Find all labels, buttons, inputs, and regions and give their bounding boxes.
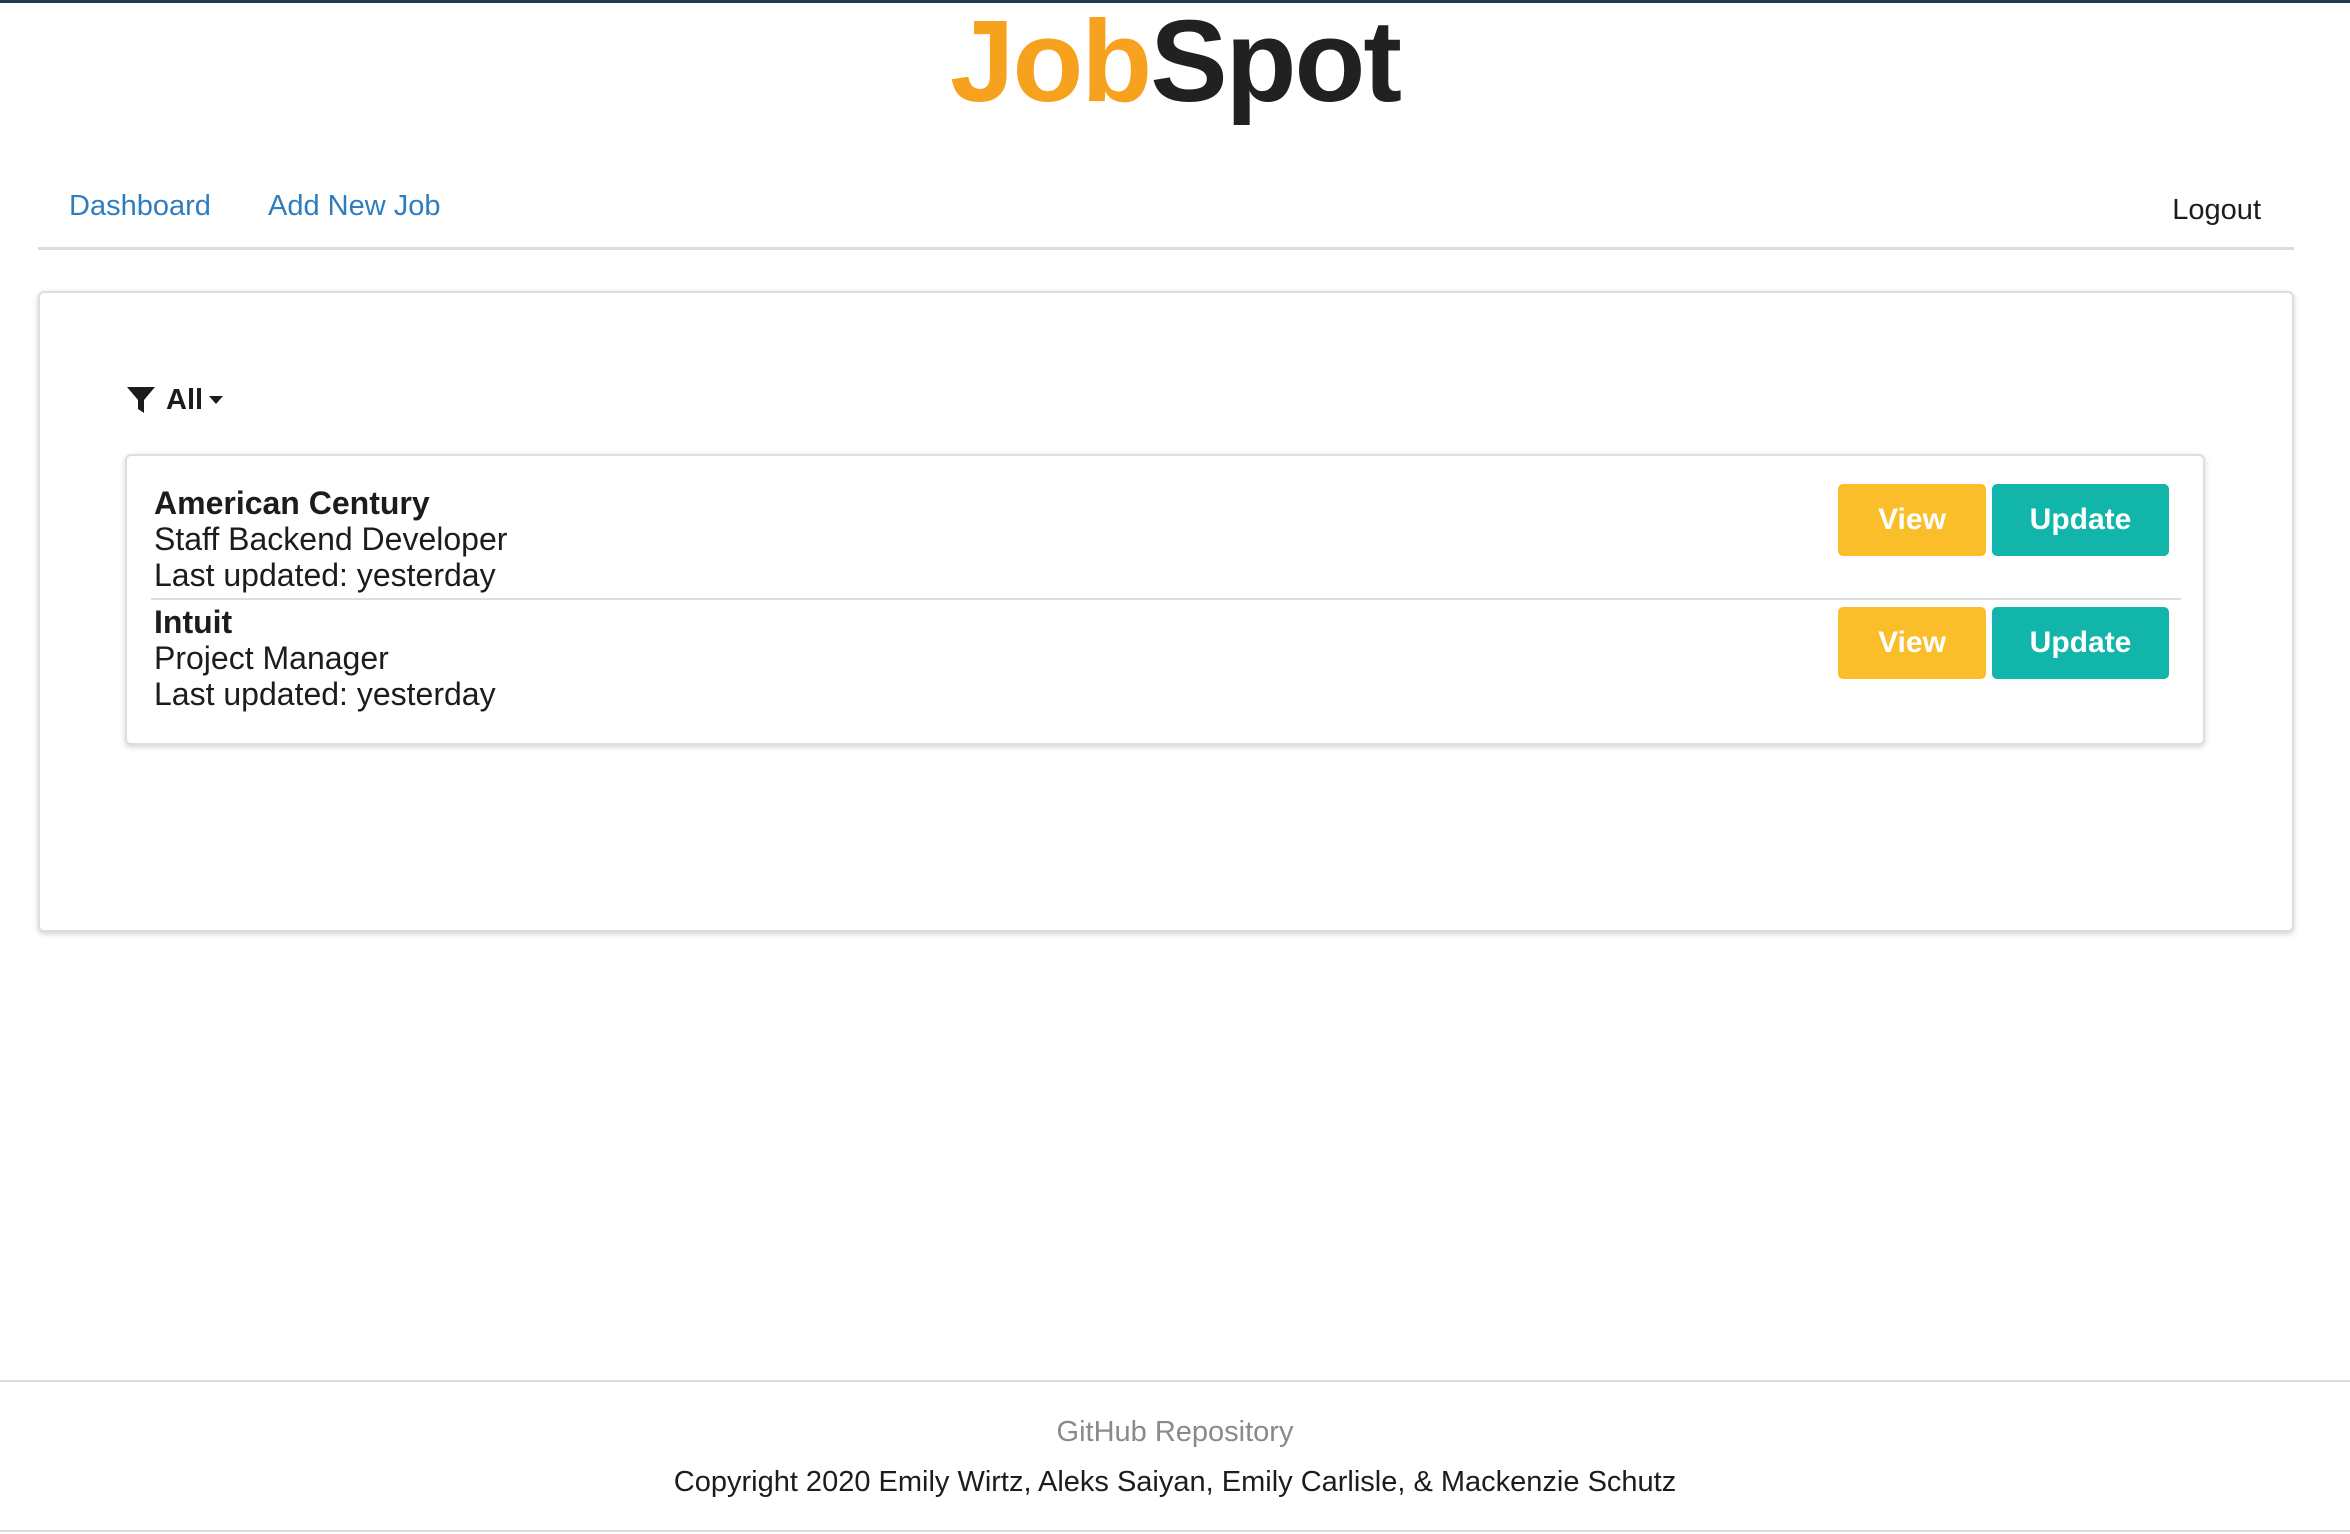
update-button[interactable]: Update bbox=[1992, 484, 2169, 556]
caret-down-icon bbox=[208, 395, 224, 405]
view-button[interactable]: View bbox=[1838, 607, 1986, 679]
job-company: Intuit bbox=[154, 604, 233, 640]
job-details: American Century Staff Backend Developer… bbox=[154, 485, 507, 593]
logout-link[interactable]: Logout bbox=[2172, 190, 2261, 230]
page-footer: GitHub Repository Copyright 2020 Emily W… bbox=[0, 1380, 2350, 1534]
job-title: Staff Backend Developer bbox=[154, 521, 508, 557]
job-last-updated: Last updated: yesterday bbox=[154, 557, 496, 593]
job-list-item: Intuit Project Manager Last updated: yes… bbox=[127, 599, 2203, 745]
job-list: American Century Staff Backend Developer… bbox=[125, 454, 2205, 745]
status-filter-dropdown[interactable]: All bbox=[126, 380, 224, 420]
job-list-item: American Century Staff Backend Developer… bbox=[127, 456, 2203, 599]
nav-dashboard-link[interactable]: Dashboard bbox=[69, 186, 211, 226]
dashboard-panel: All American Century Staff Backend Devel… bbox=[38, 291, 2294, 932]
nav-add-new-job-link[interactable]: Add New Job bbox=[268, 186, 441, 226]
job-last-updated: Last updated: yesterday bbox=[154, 676, 496, 712]
update-button[interactable]: Update bbox=[1992, 607, 2169, 679]
main-nav: Dashboard Add New Job Logout bbox=[38, 168, 2294, 250]
bottom-rule bbox=[0, 1530, 2350, 1532]
logo-spot-text: Spot bbox=[1150, 0, 1402, 126]
job-title: Project Manager bbox=[154, 640, 389, 676]
copyright-text: Copyright 2020 Emily Wirtz, Aleks Saiyan… bbox=[673, 1466, 1677, 1498]
filter-icon bbox=[126, 385, 156, 415]
filter-selected-value: All bbox=[166, 383, 204, 416]
job-details: Intuit Project Manager Last updated: yes… bbox=[154, 604, 496, 712]
logo-job-text: Job bbox=[950, 0, 1152, 126]
job-company: American Century bbox=[154, 485, 430, 521]
github-repository-link[interactable]: GitHub Repository bbox=[0, 1412, 2350, 1452]
view-button[interactable]: View bbox=[1838, 484, 1986, 556]
app-logo: JobSpot bbox=[0, 0, 2350, 150]
